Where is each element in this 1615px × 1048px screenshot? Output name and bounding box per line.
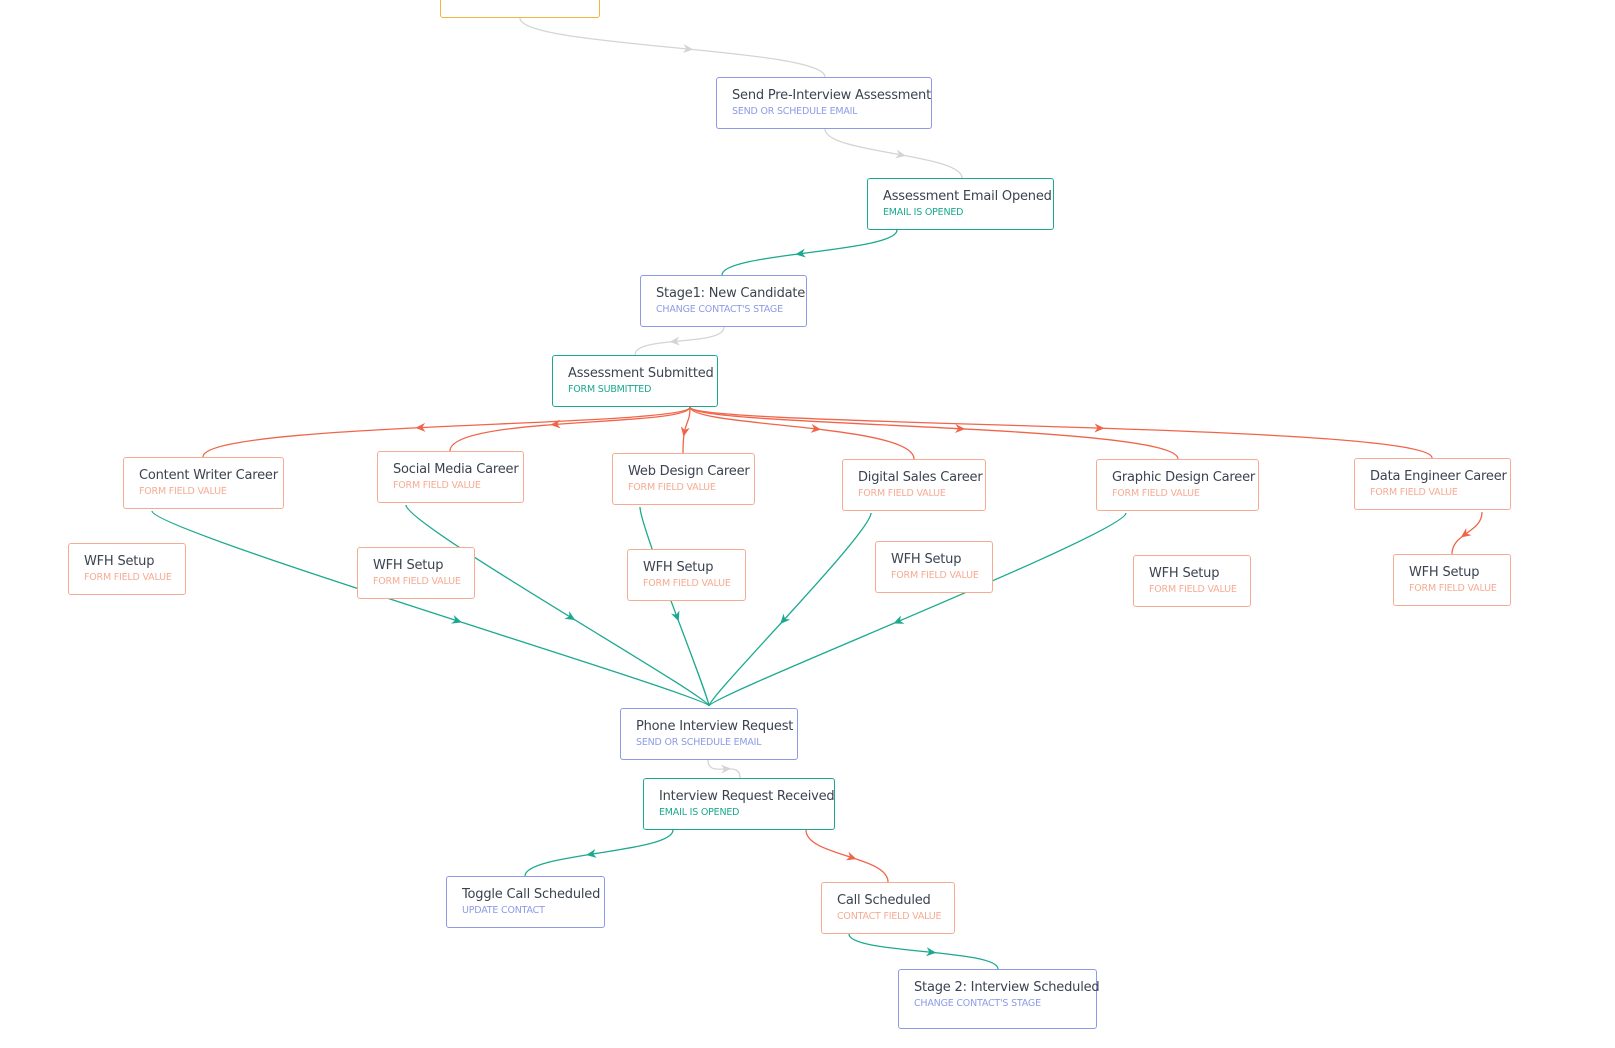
node-assessment-email-opened[interactable]: Assessment Email Opened Email is opened — [867, 178, 1054, 230]
connector-call_scheduled-to-stage2[interactable] — [848, 933, 999, 970]
node-type: Form field value — [139, 486, 227, 497]
node-wfh-setup[interactable]: WFH Setup Form field value — [627, 549, 746, 601]
node-type: Form field value — [1149, 584, 1237, 595]
node-type: Form field value — [858, 488, 946, 499]
node-title: Stage1: New Candidate — [656, 286, 806, 301]
node-stage2-interview-scheduled[interactable]: Stage 2: Interview Scheduled Change cont… — [898, 969, 1100, 1029]
node-assessment-submitted[interactable]: Assessment Submitted Form submitted — [552, 355, 718, 407]
node-type: Email is opened — [659, 807, 740, 818]
arrowhead-icon — [845, 851, 857, 861]
node-interview-request-received[interactable]: Interview Request Received Email is open… — [643, 778, 835, 830]
node-title: WFH Setup — [84, 554, 155, 569]
node-title: Content Writer Career — [139, 468, 278, 483]
node-title: WFH Setup — [891, 552, 962, 567]
node-title: Stage 2: Interview Scheduled — [914, 980, 1100, 995]
node-phone-interview-request[interactable]: Phone Interview Request Send or schedule… — [620, 708, 798, 760]
node-type: Form field value — [891, 570, 979, 581]
connector-assessment_submitted-to-data_engineer[interactable] — [689, 406, 1433, 459]
connector-social_media-to-phone_interview[interactable] — [405, 504, 710, 707]
arrowhead-icon — [670, 610, 680, 622]
node-web-design-career[interactable]: Web Design Career Form field value — [612, 453, 755, 505]
connector-stage1-to-assessment_submitted[interactable] — [634, 326, 725, 356]
node-send-pre-interview-assessment[interactable]: Send Pre-Interview Assessment Send or sc… — [716, 77, 932, 129]
node-social-media-career[interactable]: Social Media Career Form field value — [377, 451, 524, 503]
node-toggle-call-scheduled[interactable]: Toggle Call Scheduled Update contact — [446, 876, 605, 928]
arrowhead-icon — [451, 615, 462, 624]
node-start[interactable] — [440, 0, 600, 18]
node-type: Form field value — [628, 482, 716, 493]
node-title: WFH Setup — [1409, 565, 1480, 580]
node-content-writer-career[interactable]: Content Writer Career Form field value — [123, 457, 284, 509]
node-type: Form field value — [393, 480, 481, 491]
node-type: Send or schedule email — [732, 106, 858, 117]
arrowhead-icon — [1460, 527, 1472, 538]
node-call-scheduled[interactable]: Call Scheduled Contact field value — [821, 882, 955, 934]
node-data-engineer-career[interactable]: Data Engineer Career Form field value — [1354, 458, 1511, 510]
connector-interview_received-to-call_scheduled[interactable] — [805, 829, 889, 883]
node-type: Form submitted — [568, 384, 652, 395]
node-title: Graphic Design Career — [1112, 470, 1256, 485]
node-title: Send Pre-Interview Assessment — [732, 88, 931, 103]
node-title: Interview Request Received — [659, 789, 835, 804]
node-stage1-new-candidate[interactable]: Stage1: New Candidate Change contact's s… — [640, 275, 807, 327]
node-type: Form field value — [1112, 488, 1200, 499]
node-title: Social Media Career — [393, 462, 519, 477]
node-title: Data Engineer Career — [1370, 469, 1507, 484]
connector-phone_interview-to-interview_received[interactable] — [707, 759, 741, 779]
connector-send_pre_interview-to-assessment_email_opened[interactable] — [824, 128, 963, 179]
node-type: Form field value — [1370, 487, 1458, 498]
connector-start-to-send_pre_interview[interactable] — [519, 17, 826, 78]
node-digital-sales-career[interactable]: Digital Sales Career Form field value — [842, 459, 986, 511]
node-type: Change contact's stage — [914, 998, 1041, 1009]
node-wfh-setup[interactable]: WFH Setup Form field value — [68, 543, 186, 595]
arrowhead-icon — [893, 615, 905, 624]
node-type: Send or schedule email — [636, 737, 762, 748]
connector-assessment_submitted-to-social_media[interactable] — [449, 406, 691, 452]
node-title: Phone Interview Request — [636, 719, 794, 734]
node-type: Form field value — [373, 576, 461, 587]
node-type: Update contact — [462, 905, 545, 916]
connector-assessment_submitted-to-graphic_design[interactable] — [689, 406, 1179, 460]
node-title: WFH Setup — [1149, 566, 1220, 581]
connector-assessment_email_opened-to-stage1[interactable] — [721, 229, 898, 276]
node-title: WFH Setup — [373, 558, 444, 573]
node-type: Change contact's stage — [656, 304, 783, 315]
node-title: Call Scheduled — [837, 893, 931, 908]
connector-digital_sales-to-phone_interview[interactable] — [708, 512, 872, 707]
node-title: Digital Sales Career — [858, 470, 983, 485]
connector-interview_received-to-toggle_call[interactable] — [524, 829, 674, 877]
node-graphic-design-career[interactable]: Graphic Design Career Form field value — [1096, 459, 1259, 511]
arrowhead-icon — [895, 149, 906, 159]
connector-content_writer-to-phone_interview[interactable] — [151, 510, 710, 707]
node-type: Form field value — [643, 578, 731, 589]
node-title: Web Design Career — [628, 464, 750, 479]
node-wfh-setup[interactable]: WFH Setup Form field value — [1393, 554, 1511, 606]
node-type: Email is opened — [883, 207, 964, 218]
node-type: Contact field value — [837, 911, 942, 922]
connector-web_design-to-phone_interview[interactable] — [639, 506, 710, 707]
node-wfh-setup[interactable]: WFH Setup Form field value — [875, 541, 993, 593]
connector-assessment_submitted-to-content_writer[interactable] — [202, 406, 691, 458]
node-title: Assessment Email Opened — [883, 189, 1052, 204]
node-title: Assessment Submitted — [568, 366, 714, 381]
node-type: Form field value — [84, 572, 172, 583]
arrowhead-icon — [564, 611, 576, 621]
node-title: WFH Setup — [643, 560, 714, 575]
connection-layer — [151, 17, 1483, 970]
connector-data_engineer-to-wfh_6[interactable] — [1451, 511, 1483, 555]
node-title: Toggle Call Scheduled — [462, 887, 601, 902]
node-wfh-setup[interactable]: WFH Setup Form field value — [357, 547, 475, 599]
node-type: Form field value — [1409, 583, 1497, 594]
node-wfh-setup[interactable]: WFH Setup Form field value — [1133, 555, 1251, 607]
